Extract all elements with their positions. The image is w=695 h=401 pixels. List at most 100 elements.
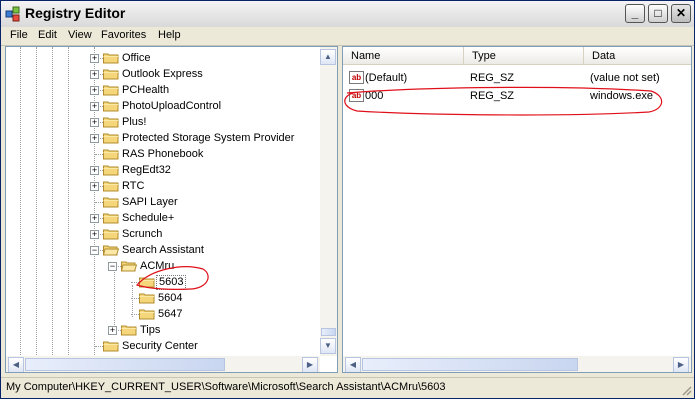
key-tree-pane[interactable]: + Office + Outlook Express + PCHealth + PhotoUp…: [5, 46, 338, 373]
scroll-right-button[interactable]: ▶: [673, 357, 689, 372]
tree-item[interactable]: 5604: [6, 290, 318, 306]
collapse-icon[interactable]: −: [90, 246, 99, 255]
scroll-down-button[interactable]: ▼: [320, 338, 336, 354]
tree-item[interactable]: + PhotoUploadControl: [6, 98, 318, 114]
folder-icon: [139, 293, 155, 304]
tree-item-label: Office: [122, 52, 151, 64]
scroll-thumb[interactable]: [321, 328, 336, 336]
value-type: REG_SZ: [470, 72, 515, 84]
scroll-right-button[interactable]: ▶: [302, 357, 318, 372]
tree-item[interactable]: + RegEdt32: [6, 162, 318, 178]
menu-file[interactable]: File: [10, 29, 28, 41]
column-header-data[interactable]: Data: [583, 47, 691, 65]
tree-item[interactable]: 5647: [6, 306, 318, 322]
expand-icon[interactable]: +: [90, 166, 99, 175]
folder-icon: [103, 165, 119, 176]
tree-item-label: RAS Phonebook: [122, 148, 204, 160]
collapse-icon[interactable]: −: [108, 262, 117, 271]
expand-icon[interactable]: +: [90, 230, 99, 239]
maximize-button[interactable]: □: [648, 4, 668, 23]
folder-icon: [103, 85, 119, 96]
tree-item-label: Scrunch: [122, 228, 163, 240]
tree-item[interactable]: SAPI Layer: [6, 194, 318, 210]
value-row[interactable]: ab (Default) REG_SZ (value not set): [347, 70, 687, 86]
expand-icon[interactable]: +: [90, 214, 99, 223]
scroll-up-button[interactable]: ▲: [320, 49, 336, 65]
status-bar: My Computer\HKEY_CURRENT_USER\Software\M…: [1, 377, 694, 398]
tree-item[interactable]: Security Center: [6, 338, 318, 354]
tree-item[interactable]: + Protected Storage System Provider: [6, 130, 318, 146]
tree-horizontal-scrollbar[interactable]: ◀ ▶: [6, 356, 320, 372]
folder-icon: [121, 325, 137, 336]
folder-icon: [103, 213, 119, 224]
tree-item-label: Tips: [140, 324, 161, 336]
folder-icon: [103, 229, 119, 240]
expand-icon[interactable]: +: [108, 326, 117, 335]
tree-item-label: RegEdt32: [122, 164, 171, 176]
title-bar[interactable]: Registry Editor _ □ ✕: [1, 1, 694, 28]
value-name: 000: [365, 90, 384, 102]
folder-icon: [103, 117, 119, 128]
tree-item[interactable]: − ACMru: [6, 258, 318, 274]
tree-item[interactable]: + Scrunch: [6, 226, 318, 242]
scroll-left-button[interactable]: ◀: [345, 357, 361, 372]
tree-item[interactable]: RAS Phonebook: [6, 146, 318, 162]
column-header-name[interactable]: Name: [343, 47, 463, 65]
window-title: Registry Editor: [25, 5, 126, 21]
tree-item[interactable]: + PCHealth: [6, 82, 318, 98]
tree-item[interactable]: + RTC: [6, 178, 318, 194]
string-value-icon: ab: [349, 71, 364, 84]
expand-icon[interactable]: +: [90, 134, 99, 143]
tree-item[interactable]: + Office: [6, 50, 318, 66]
tree-item-label: Plus!: [122, 116, 147, 128]
column-header-type[interactable]: Type: [463, 47, 583, 65]
menu-bar: File Edit View Favorites Help: [1, 27, 694, 46]
tree-item[interactable]: + Outlook Express: [6, 66, 318, 82]
tree-item[interactable]: 5603: [6, 274, 318, 290]
resize-grip-icon[interactable]: [680, 384, 692, 396]
value-row[interactable]: ab 000 REG_SZ windows.exe: [347, 88, 687, 104]
minimize-button[interactable]: _: [625, 4, 645, 23]
expand-icon[interactable]: +: [90, 182, 99, 191]
registry-app-icon: [5, 6, 20, 22]
tree-vertical-scrollbar[interactable]: ▲ ▼: [320, 47, 337, 356]
menu-view[interactable]: View: [68, 29, 92, 41]
menu-favorites[interactable]: Favorites: [101, 29, 146, 41]
string-value-icon: ab: [349, 89, 364, 102]
scroll-left-button[interactable]: ◀: [8, 357, 24, 372]
tree-item-label: Protected Storage System Provider: [122, 132, 295, 144]
scroll-thumb[interactable]: [362, 358, 578, 371]
tree-item-label: 5647: [158, 308, 183, 320]
menu-help[interactable]: Help: [158, 29, 181, 41]
tree-item[interactable]: + Tips: [6, 322, 318, 338]
tree-item-label: 5604: [158, 292, 183, 304]
folder-icon: [103, 133, 119, 144]
folder-icon: [103, 149, 119, 160]
open-folder-icon: [103, 245, 119, 256]
tree-item[interactable]: − Search Assistant: [6, 242, 318, 258]
expand-icon[interactable]: +: [90, 86, 99, 95]
expand-icon[interactable]: +: [90, 102, 99, 111]
scroll-thumb[interactable]: [25, 358, 225, 371]
folder-icon: [103, 101, 119, 112]
values-list-pane[interactable]: Name Type Data ab (Default) REG_SZ (valu…: [342, 46, 692, 373]
tree-item-label: SAPI Layer: [122, 196, 178, 208]
tree-item-label: Outlook Express: [122, 68, 203, 80]
expand-icon[interactable]: +: [90, 70, 99, 79]
status-path: My Computer\HKEY_CURRENT_USER\Software\M…: [6, 381, 446, 393]
folder-icon: [103, 53, 119, 64]
menu-edit[interactable]: Edit: [38, 29, 57, 41]
tree-item[interactable]: + Schedule+: [6, 210, 318, 226]
expand-icon[interactable]: +: [90, 54, 99, 63]
tree-item-label: Schedule+: [122, 212, 175, 224]
list-horizontal-scrollbar[interactable]: ◀ ▶: [343, 356, 691, 372]
folder-icon: [103, 341, 119, 352]
tree-item-label: RTC: [122, 180, 145, 192]
tree-item-label: 5603: [156, 275, 187, 290]
folder-icon: [103, 69, 119, 80]
expand-icon[interactable]: +: [90, 118, 99, 127]
tree-item-label: Search Assistant: [122, 244, 204, 256]
close-button[interactable]: ✕: [671, 4, 691, 23]
tree-item[interactable]: + Plus!: [6, 114, 318, 130]
tree-item-label: Security Center: [122, 340, 198, 352]
